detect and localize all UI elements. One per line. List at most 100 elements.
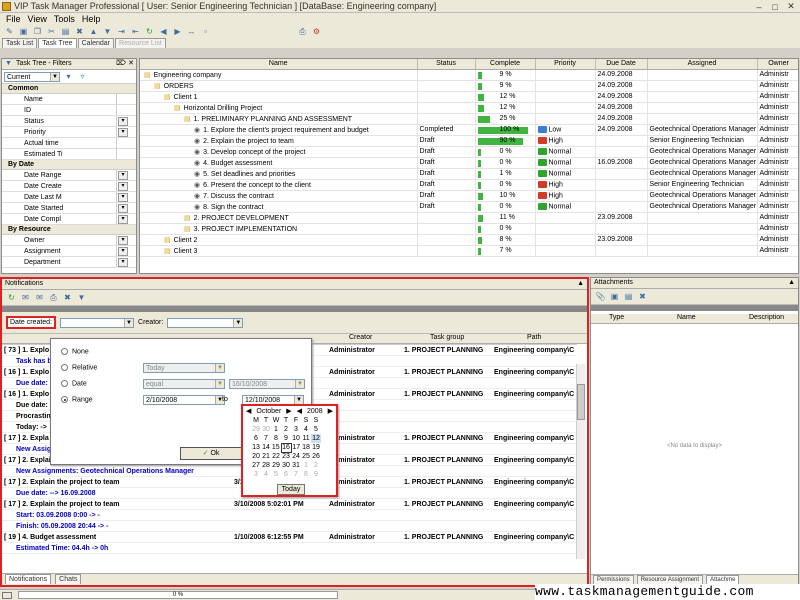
arrow-right-icon[interactable]: ▶ [172,27,183,37]
tree-col-header[interactable]: Assigned [647,59,758,70]
tree-row[interactable]: ◉ 8. Sign the contract Draft 0 % Normal Geote… [140,201,798,213]
calendar-day[interactable]: 22 [271,452,281,461]
calendar-day[interactable]: 21 [261,452,271,461]
tree-col-header[interactable]: Owner [757,59,798,70]
next-year-icon[interactable]: ▶ [328,407,333,415]
refresh-icon[interactable]: ↻ [144,27,155,37]
outdent-icon[interactable]: ⇤ [130,27,141,37]
calendar-day[interactable]: 29 [251,425,261,434]
filter-row[interactable]: Date Create ▾ [2,181,136,192]
indent-icon[interactable]: ⇥ [116,27,127,37]
maximize-icon[interactable]: □ [768,1,782,12]
calendar-day[interactable]: 31 [291,461,301,470]
menu-view[interactable]: View [28,14,47,24]
move-down-icon[interactable]: ▼ [102,27,113,37]
calendar-day[interactable]: 7 [291,470,301,479]
notif-delete-icon[interactable]: ✖ [62,293,73,303]
filter-row[interactable]: Name [2,94,136,105]
calendar-day[interactable]: 10 [291,434,301,443]
calendar-month[interactable]: October [256,408,281,415]
filter-section-header[interactable]: By Date [2,160,136,170]
tree-col-header[interactable]: Name [140,59,418,70]
attach-save-icon[interactable]: ▤ [623,292,634,302]
filter-dropdown-icon[interactable]: ▾ [118,236,128,245]
notification-row[interactable]: Estimated Time: 04.4h -> 0h [2,542,577,554]
expand-icon[interactable]: ↔ [186,27,197,37]
calendar-day[interactable]: 27 [251,461,261,470]
filter-dropdown-icon[interactable]: ▾ [118,128,128,137]
notif-read-icon[interactable]: ✉ [20,293,31,303]
calendar-day[interactable]: 26 [311,452,321,461]
filter-row[interactable]: Date Last M ▾ [2,192,136,203]
notification-row[interactable]: [ 17 ] 2. Explain the project to team3/1… [2,498,577,510]
radio-range[interactable] [61,396,68,403]
calendar-day[interactable]: 9 [311,470,321,479]
attach-add-icon[interactable]: 📎 [595,292,606,302]
filter-row[interactable]: Date Started ▾ [2,203,136,214]
tab-chats[interactable]: Chats [55,574,82,584]
next-month-icon[interactable]: ▶ [286,407,291,415]
tree-row[interactable]: ▤ 3. PROJECT IMPLEMENTATION 0 % Administr [140,223,798,235]
tab-resource-list[interactable]: Resource List [115,38,166,48]
notification-row[interactable]: [ 19 ] 4. Budget assessment 1/10/2008 6:1… [2,531,577,543]
radio-relative[interactable] [61,364,68,371]
prev-month-icon[interactable]: ◀ [246,407,251,415]
filter-row[interactable]: Date Range ▾ [2,170,136,181]
notification-row[interactable]: Finish: 05.09.2008 20:44 -> - [2,520,577,532]
option-relative[interactable]: Relative [61,364,97,371]
close-icon[interactable]: ✕ [784,1,798,12]
calendar-day[interactable]: 14 [261,443,271,452]
filter-dropdown-icon[interactable]: ▾ [118,117,128,126]
relative-select[interactable]: Today ▼ [143,363,225,373]
tree-row[interactable]: ◉ 2. Explain the project to team Draft 90 %… [140,135,798,147]
filter-row[interactable]: Date Compl ▾ [2,214,136,225]
calendar-year[interactable]: 2008 [307,408,323,415]
notif-refresh-icon[interactable]: ↻ [6,293,17,303]
filter-dropdown-icon[interactable]: ▾ [118,258,128,267]
filter-dropdown-icon[interactable]: ▾ [118,204,128,213]
date-operator-select[interactable]: equal ▼ [143,379,225,389]
calendar-day[interactable]: 16 [280,442,292,453]
option-date[interactable]: Date [61,380,87,387]
pin-icon[interactable]: ⌦ [116,59,126,69]
panel-close-icon[interactable]: ✕ [128,59,134,69]
option-range[interactable]: Range [61,396,93,403]
minimize-icon[interactable]: – [752,1,766,12]
notif-unread-icon[interactable]: ✉ [34,293,45,303]
calendar-day[interactable]: 19 [311,443,321,452]
tree-row[interactable]: ◉ 6. Present the concept to the client Dra… [140,179,798,191]
collapse-icon[interactable]: ▫ [200,27,211,37]
calendar-day[interactable]: 8 [301,470,311,479]
calendar-day[interactable]: 28 [261,461,271,470]
prev-year-icon[interactable]: ◀ [297,407,302,415]
copy-icon[interactable]: ❐ [32,27,43,37]
filter-dropdown-icon[interactable]: ▾ [118,215,128,224]
tree-row[interactable]: ▤ Client 2 8 % 23.09.2008 Administr [140,234,798,246]
tree-col-header[interactable]: Priority [535,59,596,70]
menu-tools[interactable]: Tools [54,14,75,24]
filter-preset-select[interactable]: Current ▼ [4,71,60,82]
date-value-input[interactable]: 16/10/2008 ▼ [229,379,305,389]
radio-none[interactable] [61,348,68,355]
calendar-day[interactable]: 18 [301,443,311,452]
calendar-day[interactable]: 6 [281,470,291,479]
calendar-day[interactable]: 17 [291,443,301,452]
filter-row[interactable]: Department ▾ [2,257,136,268]
tree-row[interactable]: ▤ Client 1 12 % 24.09.2008 Administr [140,91,798,103]
arrow-left-icon[interactable]: ◀ [158,27,169,37]
calendar-day[interactable]: 2 [311,461,321,470]
calendar-day[interactable]: 5 [271,470,281,479]
tab-task-tree[interactable]: Task Tree [38,38,77,48]
tree-row[interactable]: ▤ 2. PROJECT DEVELOPMENT 11 % 23.09.2008 Adm… [140,212,798,224]
menu-file[interactable]: File [6,14,21,24]
calendar-day[interactable]: 15 [271,443,281,452]
calendar-day[interactable]: 1 [271,425,281,434]
range-from-input[interactable]: 2/10/2008 ▼ [143,395,225,405]
calendar-day[interactable]: 4 [301,425,311,434]
move-up-icon[interactable]: ▲ [88,27,99,37]
filter-row[interactable]: Assignment ▾ [2,246,136,257]
filter-dropdown-icon[interactable]: ▾ [118,182,128,191]
attach-open-icon[interactable]: ▣ [609,292,620,302]
option-none[interactable]: None [61,348,89,355]
filter-dropdown-icon[interactable]: ▾ [118,193,128,202]
